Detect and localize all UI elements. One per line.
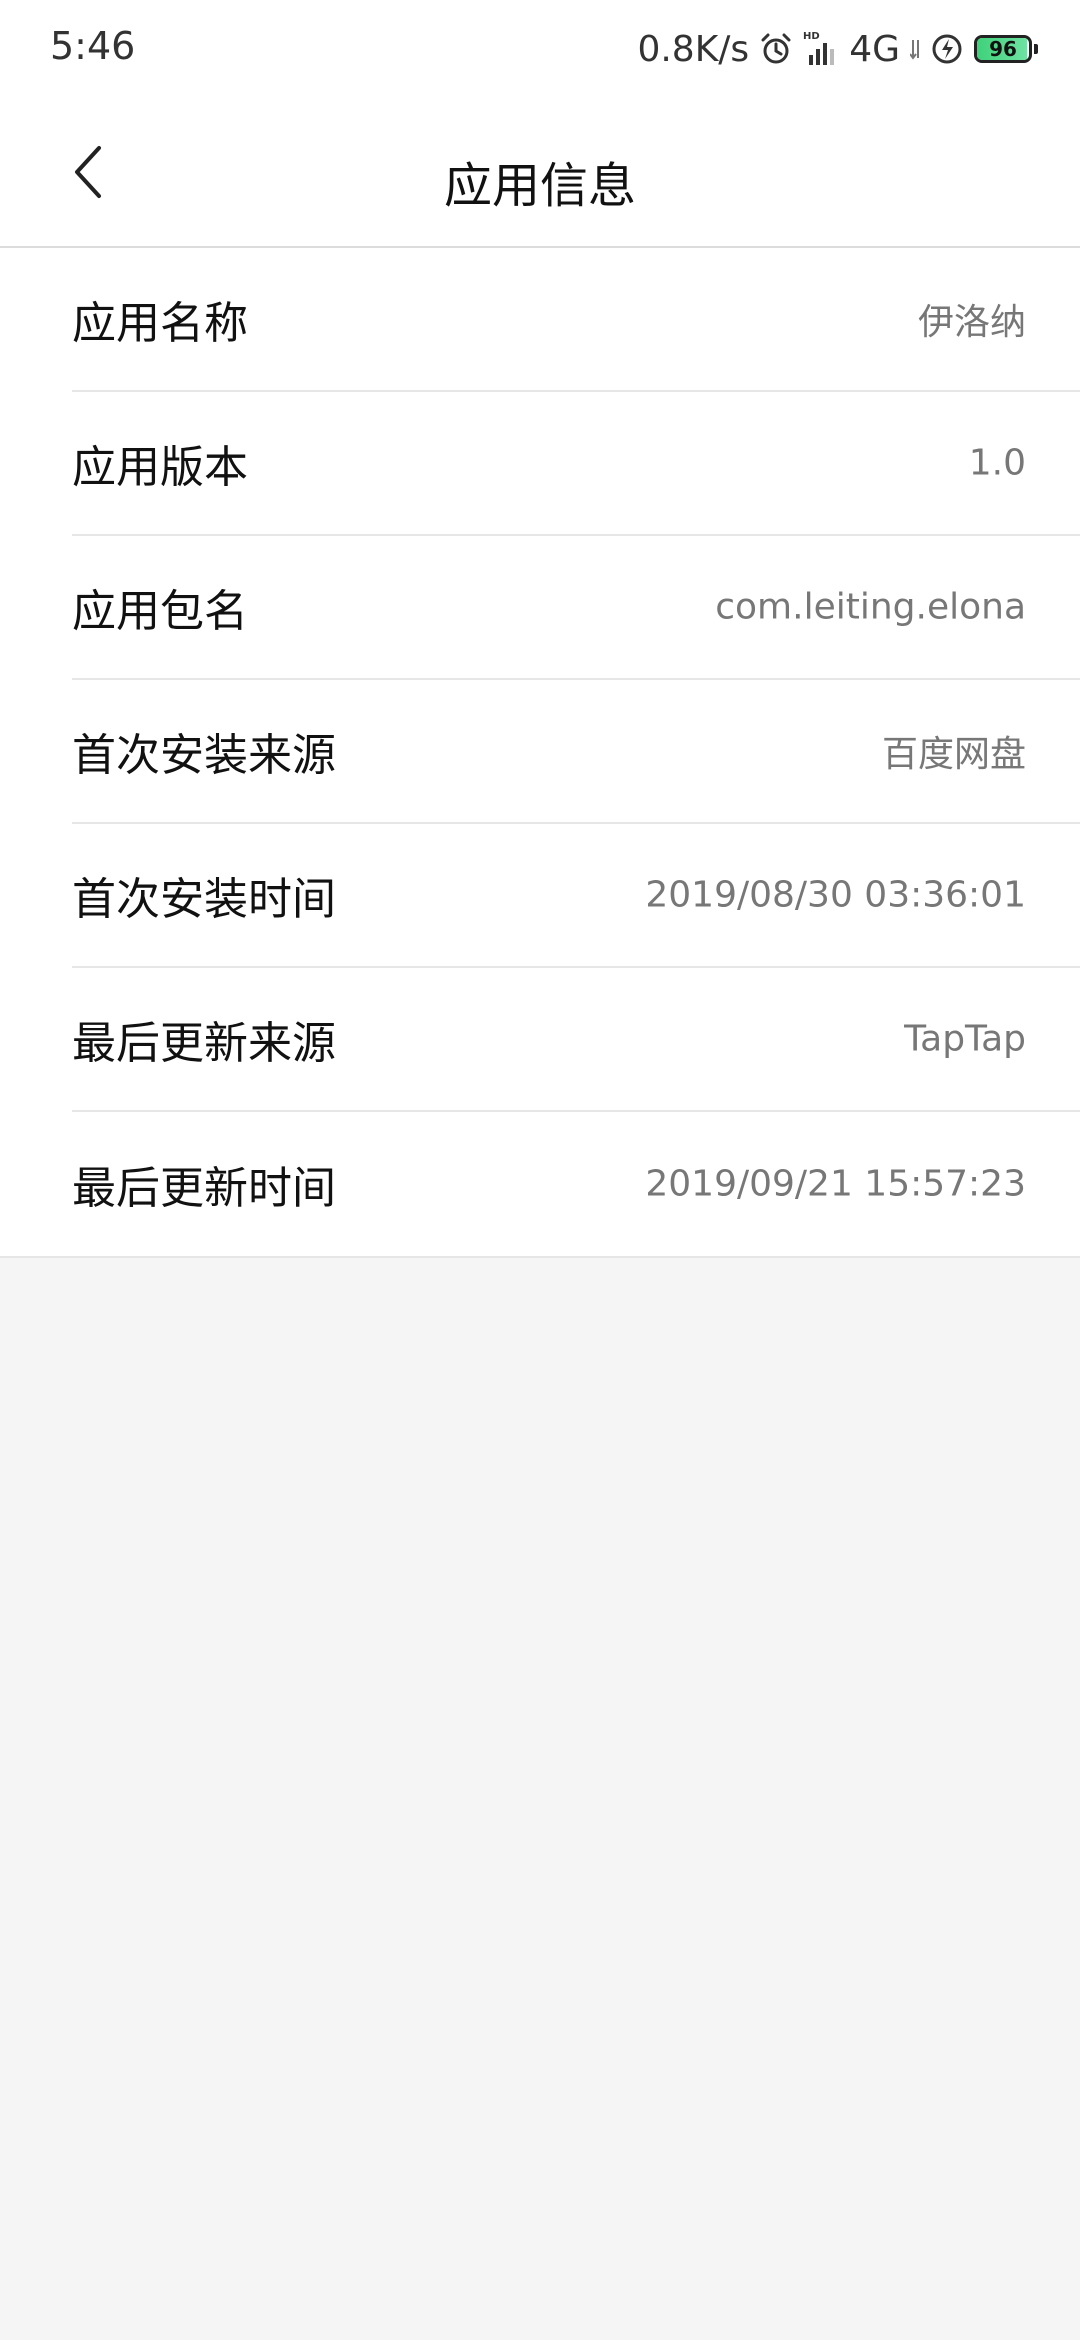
row-label: 应用包名 — [72, 586, 248, 637]
info-row-app-version: 应用版本 1.0 — [72, 392, 1080, 536]
row-label: 应用名称 — [72, 298, 248, 349]
row-value: com.leiting.elona — [715, 586, 1026, 628]
signal-hd-icon: HD — [803, 29, 839, 69]
row-value: 2019/08/30 03:36:01 — [645, 874, 1026, 916]
network-speed: 0.8K/s — [637, 28, 750, 70]
row-value: TapTap — [904, 1018, 1026, 1060]
status-icons: 0.8K/s HD 4G 96 — [637, 24, 1038, 74]
alarm-icon — [759, 32, 793, 66]
info-row-app-name: 应用名称 伊洛纳 — [72, 248, 1080, 392]
row-value: 1.0 — [968, 442, 1026, 484]
network-type: 4G — [849, 28, 900, 70]
row-label: 首次安装来源 — [72, 730, 336, 781]
app-info-list: 应用名称 伊洛纳 应用版本 1.0 应用包名 com.leiting.elona… — [0, 248, 1080, 1258]
status-bar: 5:46 0.8K/s HD 4G 96 — [0, 0, 1080, 100]
charging-icon — [930, 32, 964, 66]
row-label: 应用版本 — [72, 442, 248, 493]
status-time: 5:46 — [50, 24, 136, 68]
info-row-first-install-time: 首次安装时间 2019/08/30 03:36:01 — [72, 824, 1080, 968]
info-row-first-install-source: 首次安装来源 百度网盘 — [72, 680, 1080, 824]
row-value: 伊洛纳 — [917, 302, 1026, 343]
page-title: 应用信息 — [443, 158, 636, 214]
data-arrows-icon — [910, 36, 920, 62]
header: 应用信息 — [0, 100, 1080, 248]
info-row-last-update-time: 最后更新时间 2019/09/21 15:57:23 — [72, 1112, 1080, 1256]
svg-text:HD: HD — [803, 31, 820, 42]
info-row-last-update-source: 最后更新来源 TapTap — [72, 968, 1080, 1112]
row-label: 首次安装时间 — [72, 874, 336, 925]
info-row-package-name: 应用包名 com.leiting.elona — [72, 536, 1080, 680]
battery-icon: 96 — [974, 35, 1038, 63]
row-value: 百度网盘 — [881, 734, 1026, 775]
row-label: 最后更新时间 — [72, 1163, 336, 1214]
row-label: 最后更新来源 — [72, 1018, 336, 1069]
row-value: 2019/09/21 15:57:23 — [645, 1163, 1026, 1205]
battery-percent: 96 — [989, 37, 1017, 61]
top-area: 5:46 0.8K/s HD 4G 96 应用信息 — [0, 0, 1080, 248]
